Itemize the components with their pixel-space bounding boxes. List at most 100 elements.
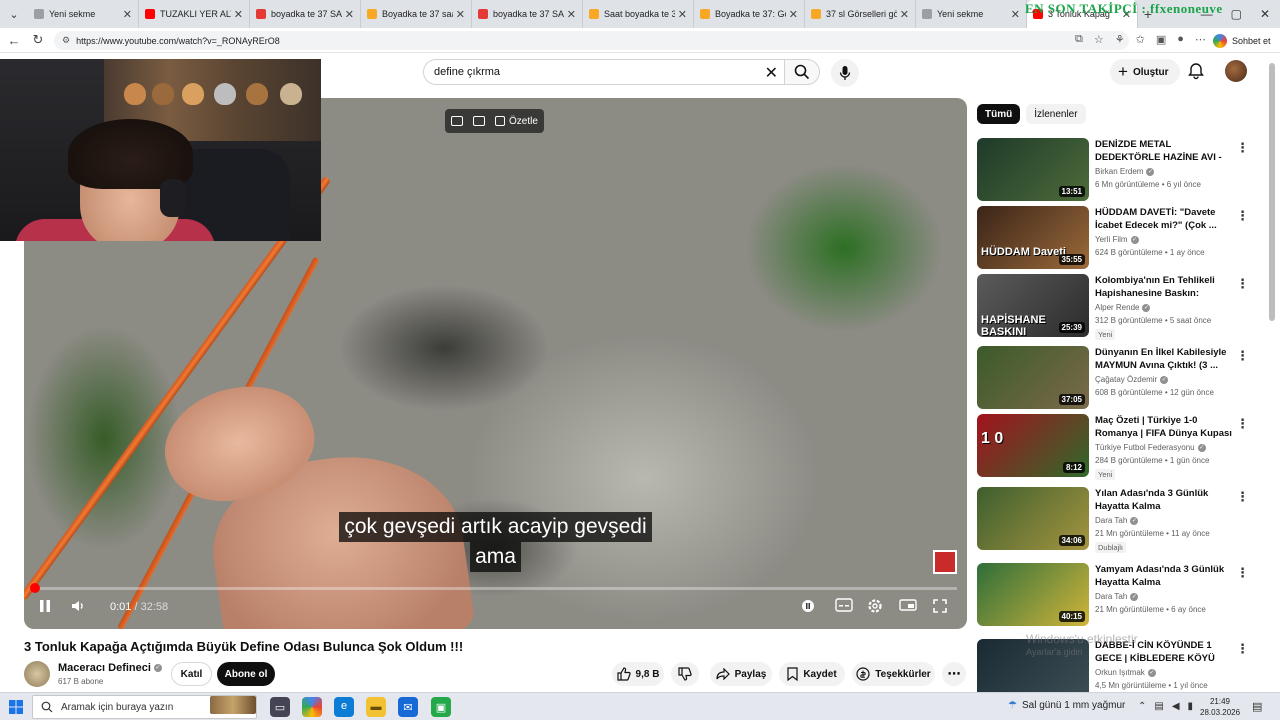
more-options-icon[interactable]: ⋮	[1236, 140, 1249, 156]
video-thumbnail[interactable]: 37:05	[977, 346, 1089, 409]
browser-tab[interactable]: Yeni sekme ✕	[916, 0, 1027, 28]
browser-tab[interactable]: boyadka te 37 SAAT✕	[472, 0, 583, 28]
save-button[interactable]: Kaydet	[779, 662, 845, 686]
recommended-video[interactable]: 13:51 DENİZDE METAL DEDEKTÖRLE HAZİNE AVI…	[977, 138, 1262, 202]
battery-icon[interactable]: ▮	[1188, 701, 1194, 712]
thanks-button[interactable]: Teşekkürler	[852, 662, 935, 686]
channel-avatar[interactable]	[24, 661, 50, 687]
copilot-chat-button[interactable]: Sohbet et	[1213, 34, 1271, 48]
search-button[interactable]	[784, 59, 820, 85]
windows-start-icon[interactable]	[8, 699, 24, 715]
subtitles-button[interactable]	[835, 598, 853, 615]
tab-close-icon[interactable]: ✕	[567, 8, 576, 21]
store-app-icon[interactable]: ▣	[431, 697, 451, 717]
tab-close-icon[interactable]: ✕	[123, 8, 132, 21]
recommended-video[interactable]: HAPİSHANE BASKINI 25:39 Kolombiya'nın En T…	[977, 274, 1262, 340]
show-hidden-icons[interactable]: ⌃	[1138, 701, 1146, 712]
edge-browser-icon[interactable]: e	[334, 697, 354, 717]
back-icon[interactable]: ←	[2, 33, 26, 48]
recommended-video[interactable]: HÜDDAM Daveti 35:55 HÜDDAM DAVETİ: "Davete…	[977, 206, 1262, 270]
site-info-icon[interactable]: ⚙	[62, 35, 70, 46]
settings-button[interactable]	[867, 598, 883, 617]
browser-tab[interactable]: Saat boyadka te 37 ✕	[583, 0, 694, 28]
favorites-icon[interactable]: ✩	[1136, 33, 1145, 46]
video-thumbnail[interactable]: 34:06	[977, 487, 1089, 550]
join-button[interactable]: Katıl	[171, 662, 212, 686]
browser-tab[interactable]: Yeni sekme ✕	[28, 0, 139, 28]
recommended-channel[interactable]: Orkun Işıtmak ✓	[1095, 668, 1156, 677]
taskbar-clock[interactable]: 21:49 28.03.2026	[1200, 696, 1240, 718]
search-input[interactable]: define çıkrma ✕	[423, 59, 784, 85]
pause-button[interactable]	[38, 598, 52, 617]
browser-tab[interactable]: boyadka te 37 SAAT✕	[250, 0, 361, 28]
mail-icon[interactable]: ✉	[398, 697, 418, 717]
tab-close-icon[interactable]: ✕	[234, 8, 243, 21]
video-thumbnail[interactable]: 13:51	[977, 138, 1089, 201]
reload-icon[interactable]: ↻	[26, 32, 50, 48]
tab-close-icon[interactable]: ✕	[456, 8, 465, 21]
tab-close-icon[interactable]: ✕	[1011, 8, 1020, 21]
bookmark-star-icon[interactable]: ☆	[1094, 33, 1104, 46]
recommended-video-title[interactable]: DENİZDE METAL DEDEKTÖRLE HAZİNE AVI - CE…	[1095, 138, 1233, 164]
recommended-video-title[interactable]: Maç Özeti | Türkiye 1-0 Romanya | FIFA D…	[1095, 414, 1233, 440]
more-options-icon[interactable]: ⋮	[1236, 565, 1249, 581]
tab-close-icon[interactable]: ✕	[900, 8, 909, 21]
extensions-icon[interactable]: ⚘	[1115, 33, 1125, 46]
task-view-icon[interactable]: ▭	[270, 697, 290, 717]
more-options-icon[interactable]: ⋮	[1236, 416, 1249, 432]
collections-icon[interactable]: ▣	[1156, 33, 1166, 46]
recommended-channel[interactable]: Dara Tah ✓	[1095, 516, 1139, 525]
clear-search-icon[interactable]: ✕	[765, 63, 778, 83]
share-button[interactable]: Paylaş	[710, 662, 772, 686]
recommended-video-title[interactable]: Dünyanın En İlkel Kabilesiyle MAYMUN Avı…	[1095, 346, 1233, 372]
account-avatar[interactable]	[1225, 60, 1247, 82]
notifications-button[interactable]	[1187, 62, 1205, 85]
tab-close-icon[interactable]: ✕	[345, 8, 354, 21]
chip-all[interactable]: Tümü	[977, 104, 1021, 124]
recommended-video-title[interactable]: Yılan Adası'nda 3 Günlük Hayatta Kalma	[1095, 487, 1233, 513]
browser-tab[interactable]: 37 sl Görselleri görü✕	[805, 0, 916, 28]
more-options-icon[interactable]: ⋮	[1236, 276, 1249, 292]
close-window-icon[interactable]: ✕	[1260, 7, 1270, 21]
speaker-icon[interactable]: ◀	[1172, 701, 1180, 712]
tab-search-icon[interactable]: ⌄	[0, 0, 28, 28]
recommended-video-title[interactable]: Kolombiya'nın En Tehlikeli Hapishanesine…	[1095, 274, 1233, 300]
more-options-icon[interactable]: ⋮	[1236, 348, 1249, 364]
maximize-icon[interactable]: ▢	[1231, 7, 1242, 21]
video-thumbnail[interactable]: HAPİSHANE BASKINI 25:39	[977, 274, 1089, 337]
recommended-channel[interactable]: Türkiye Futbol Federasyonu ✓	[1095, 443, 1206, 452]
autoplay-toggle[interactable]	[800, 598, 816, 617]
video-thumbnail[interactable]: 40:15	[977, 563, 1089, 626]
notification-center-icon[interactable]: ▤	[1252, 700, 1262, 713]
voice-search-button[interactable]	[831, 59, 859, 87]
fullscreen-button[interactable]	[932, 598, 948, 617]
browser-tab[interactable]: Boyadka te 37 saat ✕	[361, 0, 472, 28]
more-actions-button[interactable]: ⋯	[942, 662, 966, 686]
recommended-video-title[interactable]: HÜDDAM DAVETİ: "Davete İcabet Edecek mi?…	[1095, 206, 1233, 232]
recommended-video[interactable]: 34:06 Yılan Adası'nda 3 Günlük Hayatta Ka…	[977, 487, 1262, 553]
pip-icon[interactable]	[473, 116, 485, 126]
create-button[interactable]: + Oluştur	[1110, 59, 1180, 85]
recommended-channel[interactable]: Dara Tah ✓	[1095, 592, 1139, 601]
scrubber-handle[interactable]	[30, 583, 41, 593]
recommended-channel[interactable]: Alper Rende ✓	[1095, 303, 1151, 312]
video-thumbnail[interactable]: 1 0 8:12	[977, 414, 1089, 477]
scrollbar-thumb[interactable]	[1269, 63, 1275, 321]
url-field[interactable]: ⚙ https://www.youtube.com/watch?v=_RONAy…	[54, 31, 1129, 50]
progress-bar[interactable]	[30, 583, 957, 593]
more-options-icon[interactable]: ⋮	[1236, 208, 1249, 224]
page-scrollbar[interactable]	[1268, 57, 1276, 690]
profile-icon[interactable]: ●	[1177, 33, 1184, 46]
theater-mode-button[interactable]	[899, 598, 917, 615]
volume-button[interactable]	[70, 598, 86, 617]
chip-watched[interactable]: İzlenenler	[1026, 104, 1086, 124]
recommended-channel[interactable]: Yerli Film ✓	[1095, 235, 1139, 244]
video-thumbnail[interactable]: HÜDDAM Daveti 35:55	[977, 206, 1089, 269]
tab-close-icon[interactable]: ✕	[678, 8, 687, 21]
channel-name[interactable]: Maceracı Defineci ✓	[58, 662, 162, 674]
recommended-video[interactable]: 40:15 Yamyam Adası'nda 3 Günlük Hayatta K…	[977, 563, 1262, 627]
recommended-video[interactable]: 1 0 8:12 Maç Özeti | Türkiye 1-0 Romanya |…	[977, 414, 1262, 480]
recommended-video-title[interactable]: Yamyam Adası'nda 3 Günlük Hayatta Kalma	[1095, 563, 1233, 589]
more-options-icon[interactable]: ⋮	[1236, 641, 1249, 657]
network-icon[interactable]: ▤	[1154, 701, 1163, 712]
